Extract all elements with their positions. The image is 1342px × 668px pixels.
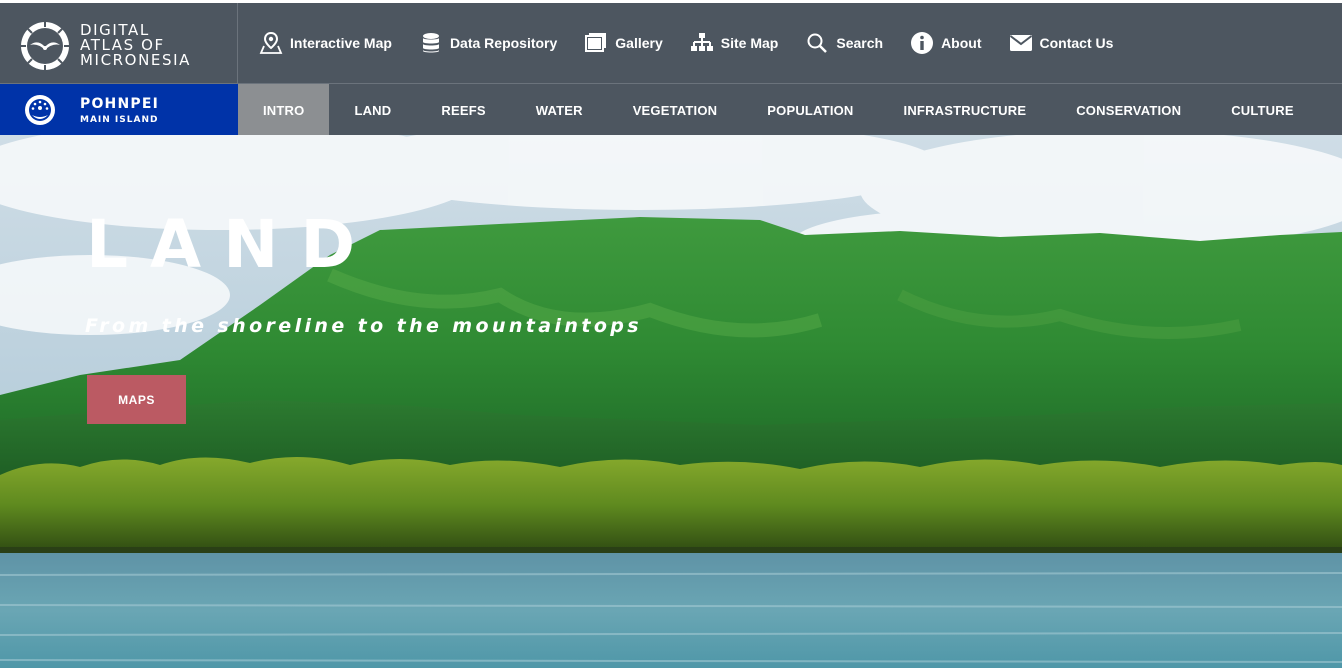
hero-subtitle: From the shoreline to the mountaintops (85, 315, 642, 337)
about-label: About (941, 35, 982, 51)
search-label: Search (836, 35, 884, 51)
envelope-icon (1009, 35, 1032, 51)
contact-us-label: Contact Us (1039, 35, 1114, 51)
utility-nav: Interactive Map Data Repository Gallery (239, 3, 1120, 83)
tab-land[interactable]: LAND (329, 84, 416, 136)
site-brand[interactable]: DIGITAL ATLAS OF MICRONESIA (0, 3, 238, 83)
site-map-label: Site Map (720, 35, 779, 51)
search-link[interactable]: Search (805, 31, 883, 55)
section-tabs: INTRO LAND REEFS WATER VEGETATION POPULA… (238, 84, 1319, 136)
site-title: DIGITAL ATLAS OF MICRONESIA (80, 23, 191, 68)
site-title-line-3: MICRONESIA (80, 51, 191, 69)
tab-water[interactable]: WATER (511, 84, 608, 136)
tab-population[interactable]: POPULATION (742, 84, 878, 136)
interactive-map-link[interactable]: Interactive Map (259, 31, 392, 55)
hero-banner: LAND From the shoreline to the mountaint… (0, 135, 1342, 668)
info-icon (911, 32, 934, 54)
page: DIGITAL ATLAS OF MICRONESIA Interactive … (0, 0, 1342, 668)
sitemap-icon (690, 33, 713, 51)
tab-conservation[interactable]: CONSERVATION (1051, 84, 1206, 136)
header: DIGITAL ATLAS OF MICRONESIA Interactive … (0, 0, 1342, 136)
tab-vegetation[interactable]: VEGETATION (608, 84, 743, 136)
gallery-link[interactable]: Gallery (584, 31, 663, 55)
interactive-map-label: Interactive Map (290, 35, 392, 51)
tab-intro[interactable]: INTRO (238, 84, 330, 136)
maps-button[interactable]: MAPS (87, 375, 186, 424)
gallery-label: Gallery (615, 35, 663, 51)
frigatebird-logo-icon (21, 22, 69, 70)
tab-infrastructure[interactable]: INFRASTRUCTURE (879, 84, 1052, 136)
island-subtitle: MAIN ISLAND (80, 115, 159, 125)
gallery-icon (585, 33, 607, 52)
about-link[interactable]: About (910, 31, 982, 55)
hero-title: LAND (86, 206, 378, 283)
contact-us-link[interactable]: Contact Us (1009, 31, 1114, 55)
data-repository-link[interactable]: Data Repository (419, 31, 557, 55)
tab-culture[interactable]: CULTURE (1206, 84, 1319, 136)
site-map-link[interactable]: Site Map (690, 31, 779, 55)
island-selector[interactable]: POHNPEI MAIN ISLAND (0, 84, 238, 136)
island-name: POHNPEI (80, 96, 160, 112)
search-icon (807, 33, 828, 53)
data-repository-label: Data Repository (449, 35, 558, 51)
pohnpei-seal-icon (25, 95, 55, 125)
database-icon (422, 33, 439, 53)
tab-reefs[interactable]: REEFS (416, 84, 510, 136)
map-pin-icon (259, 31, 283, 54)
section-bar: POHNPEI MAIN ISLAND INTRO LAND REEFS WAT… (0, 83, 1342, 136)
